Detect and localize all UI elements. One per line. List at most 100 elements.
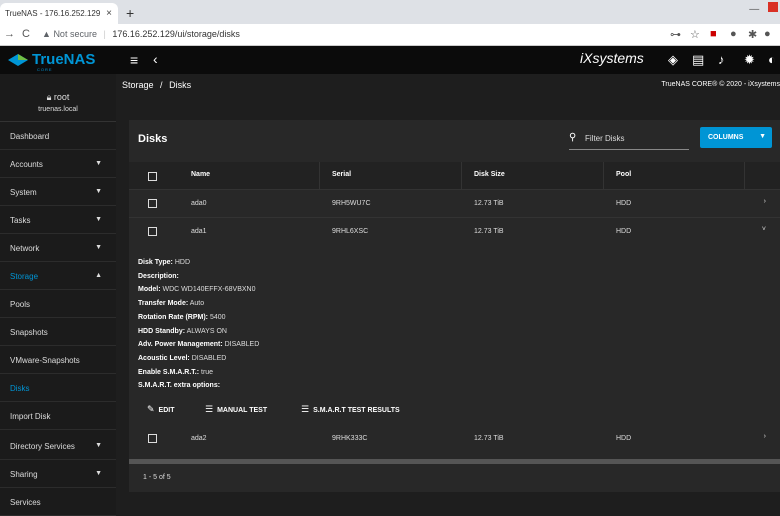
sidebar-item-label: Sharing — [10, 470, 38, 479]
warning-icon: ▲ — [42, 29, 51, 39]
menu-icon[interactable]: ≡ — [130, 52, 138, 68]
row-checkbox[interactable] — [148, 199, 157, 208]
sidebar-item-network[interactable]: Network ▼ — [0, 234, 116, 262]
horizontal-scrollbar[interactable] — [129, 459, 780, 464]
logo-text: TrueNAS — [32, 51, 96, 68]
gear-icon[interactable]: ✹ — [744, 52, 755, 68]
table-row[interactable]: ada1 9RHL6XSC 12.73 TiB HDD ˅ — [129, 218, 780, 246]
sidebar-item-label: Disks — [10, 384, 30, 393]
column-header-pool[interactable]: Pool — [616, 171, 631, 178]
sidebar-item-label: Storage — [10, 272, 39, 281]
truenas-logo[interactable]: TrueNAS CORE — [6, 50, 116, 72]
key-icon[interactable]: ⊶ — [670, 28, 681, 41]
dropdown-caret-icon: ▼ — [759, 133, 766, 140]
detail-value: true — [201, 368, 214, 376]
detail-rotation-rate: Rotation Rate (RPM): 5400 — [138, 311, 259, 325]
puzzle-icon[interactable]: ✱ — [748, 28, 757, 41]
cell-serial: 9RHK333C — [332, 435, 368, 442]
table-row[interactable]: ada0 9RH5WU7C 12.73 TiB HDD › — [129, 190, 780, 218]
cell-serial: 9RHL6XSC — [332, 228, 369, 235]
sidebar-item-label: Directory Services — [10, 442, 75, 451]
pencil-icon: ✎ — [147, 404, 155, 414]
collapse-chevron-icon[interactable]: ˅ — [762, 226, 766, 233]
table-header: Name Serial Disk Size Pool — [129, 162, 780, 190]
cell-disk-size: 12.73 TiB — [474, 435, 504, 442]
url-field[interactable]: ▲ Not secure | 176.16.252.129/ui/storage… — [42, 27, 662, 43]
tab-close-icon[interactable]: × — [106, 8, 112, 19]
detail-value: ALWAYS ON — [186, 327, 227, 335]
browser-tab[interactable]: TrueNAS - 176.16.252.129 × — [0, 3, 118, 24]
hostname: truenas.local — [38, 106, 78, 113]
expand-chevron-icon[interactable]: › — [764, 198, 766, 205]
row-checkbox[interactable] — [148, 434, 157, 443]
ixsystems-logo: iXsystems — [580, 50, 644, 66]
main-content: Storage / Disks TrueNAS CORE® © 2020 - i… — [116, 74, 780, 516]
disks-card: Disks ⚲ COLUMNS ▼ Name Serial Disk Size … — [129, 120, 780, 492]
edit-button[interactable]: ✎ EDIT — [147, 404, 175, 415]
detail-label: Adv. Power Management: — [138, 341, 223, 349]
detail-power-management: Adv. Power Management: DISABLED — [138, 338, 259, 352]
detail-value: WDC WD140EFFX-68VBXN0 — [162, 286, 256, 294]
reload-icon[interactable]: C — [22, 28, 30, 40]
sidebar-item-storage[interactable]: Storage ▲ — [0, 262, 116, 290]
columns-button[interactable]: COLUMNS ▼ — [700, 127, 772, 148]
bell-icon[interactable]: ♪ — [718, 52, 725, 67]
sidebar-item-label: Network — [10, 244, 40, 253]
extension-circle-icon[interactable]: ● — [730, 28, 737, 40]
sidebar-item-tasks[interactable]: Tasks ▼ — [0, 206, 116, 234]
cell-disk-size: 12.73 TiB — [474, 228, 504, 235]
minimize-icon[interactable]: — — [749, 4, 759, 15]
pagination-range: 1 - 5 of 5 — [143, 474, 171, 481]
search-icon: ⚲ — [569, 132, 577, 143]
lock-icon: 🔒︎ — [46, 92, 52, 102]
detail-model: Model: WDC WD140EFFX-68VBXN0 — [138, 283, 259, 297]
manual-test-button[interactable]: ☰ MANUAL TEST — [205, 404, 267, 415]
row-checkbox[interactable] — [148, 227, 157, 236]
sidebar-item-label: Dashboard — [10, 132, 50, 141]
sidebar-item-pools[interactable]: Pools — [0, 290, 116, 318]
cell-pool: HDD — [616, 200, 632, 207]
sidebar-item-sharing[interactable]: Sharing ▼ — [0, 460, 116, 488]
detail-disk-type: Disk Type: HDD — [138, 256, 259, 270]
filter-disks-input[interactable] — [585, 134, 685, 143]
url-text: 176.16.252.129/ui/storage/disks — [112, 29, 240, 39]
sidebar-item-accounts[interactable]: Accounts ▼ — [0, 150, 116, 178]
detail-label: Disk Type: — [138, 259, 173, 266]
sidebar-item-label: Tasks — [10, 216, 31, 225]
pdf-extension-icon[interactable]: ■ — [710, 28, 717, 40]
sidebar-item-disks[interactable]: Disks — [0, 374, 116, 402]
cell-serial: 9RH5WU7C — [332, 200, 371, 207]
detail-label: HDD Standby: — [138, 327, 186, 335]
profile-icon[interactable]: ● — [764, 28, 771, 40]
column-header-disk-size[interactable]: Disk Size — [474, 171, 505, 178]
table-row[interactable]: ada2 9RHK333C 12.73 TiB HDD › — [129, 425, 780, 453]
sidebar-item-import-disk[interactable]: Import Disk — [0, 402, 116, 430]
clipboard-icon[interactable]: ▤ — [692, 52, 704, 68]
sidebar-item-services[interactable]: Services — [0, 488, 116, 516]
close-window-icon[interactable] — [768, 2, 778, 12]
column-header-serial[interactable]: Serial — [332, 171, 351, 178]
expand-chevron-icon[interactable]: › — [764, 433, 766, 440]
back-arrow-icon[interactable]: → — [4, 28, 15, 40]
sidebar-item-system[interactable]: System ▼ — [0, 178, 116, 206]
breadcrumb-storage[interactable]: Storage — [122, 80, 154, 90]
new-tab-button[interactable]: + — [126, 5, 134, 21]
smart-test-results-label: S.M.A.R.T TEST RESULTS — [313, 407, 400, 414]
manual-test-label: MANUAL TEST — [217, 407, 268, 414]
detail-acoustic-level: Acoustic Level: DISABLED — [138, 352, 259, 366]
copyright: TrueNAS CORE® © 2020 - iXsystems — [661, 81, 780, 88]
sidebar-item-directory-services[interactable]: Directory Services ▼ — [0, 432, 116, 460]
sidebar-item-snapshots[interactable]: Snapshots — [0, 318, 116, 346]
filter-field: ⚲ — [569, 132, 689, 150]
sidebar-item-label: Pools — [10, 300, 31, 309]
column-header-name[interactable]: Name — [191, 171, 210, 178]
sidebar-item-vmware-snapshots[interactable]: VMware-Snapshots — [0, 346, 116, 374]
select-all-checkbox[interactable] — [148, 172, 157, 181]
star-icon[interactable]: ☆ — [690, 28, 700, 41]
sidebar-item-dashboard[interactable]: Dashboard — [0, 122, 116, 150]
truecommand-icon[interactable]: ◈ — [668, 52, 678, 68]
smart-test-results-button[interactable]: ☰ S.M.A.R.T TEST RESULTS — [301, 404, 400, 415]
power-icon[interactable]: ◐ — [768, 52, 776, 67]
back-icon[interactable]: ‹ — [153, 51, 158, 67]
detail-label: Acoustic Level: — [138, 354, 190, 362]
